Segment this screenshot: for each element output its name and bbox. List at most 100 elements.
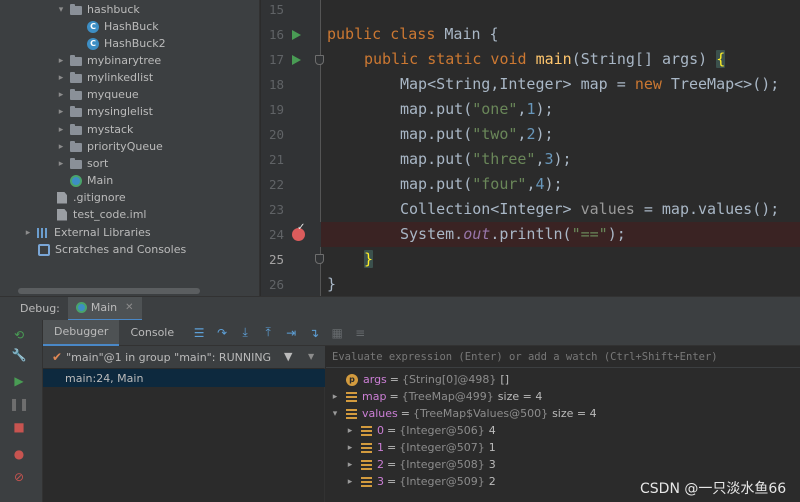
rerun-icon[interactable]: ⟲	[12, 328, 26, 342]
chevron-right-icon[interactable]: ▸	[345, 460, 355, 470]
code-line[interactable]: 25 }	[261, 247, 800, 272]
code-editor[interactable]: 15 16 public class Main { 17 public stat…	[261, 0, 800, 296]
table-view-icon[interactable]: ▦	[328, 324, 346, 342]
code-line[interactable]: 19 map.put("one",1);	[261, 97, 800, 122]
debug-session-tab[interactable]: Main ✕	[67, 296, 142, 321]
stop-icon[interactable]: ■	[12, 420, 26, 434]
view-breakpoints-icon[interactable]: ●	[12, 447, 26, 461]
chevron-right-icon[interactable]: ▸	[56, 56, 66, 66]
close-icon[interactable]: ✕	[125, 302, 133, 313]
tree-item-mysinglelist[interactable]: ▸ mysinglelist	[56, 103, 153, 120]
tree-item-main[interactable]: Main	[69, 172, 113, 189]
tree-item-label: mystack	[87, 123, 134, 136]
breakpoint-icon[interactable]	[292, 222, 305, 241]
variable-row[interactable]: ▸ map = {TreeMap@499} size = 4	[330, 388, 543, 405]
code-token: );	[553, 150, 572, 168]
chevron-right-icon[interactable]: ▸	[56, 107, 66, 117]
fold-icon[interactable]	[315, 254, 324, 264]
code-line[interactable]: 23 Collection<Integer> values = map.valu…	[261, 197, 800, 222]
class-icon: C	[87, 20, 99, 33]
code-line[interactable]: 21 map.put("three",3);	[261, 147, 800, 172]
tree-item-mylinkedlist[interactable]: ▸ mylinkedlist	[56, 69, 153, 86]
code-line[interactable]: 20 map.put("two",2);	[261, 122, 800, 147]
tab-debugger[interactable]: Debugger	[43, 319, 120, 346]
wrench-icon[interactable]: 🔧	[12, 348, 27, 362]
chevron-right-icon[interactable]: ▸	[56, 125, 66, 135]
chevron-right-icon[interactable]: ▸	[56, 90, 66, 100]
fold-icon[interactable]	[315, 55, 324, 65]
run-gutter-icon[interactable]	[292, 55, 301, 65]
code-line[interactable]: 22 map.put("four",4);	[261, 172, 800, 197]
variable-name: 3	[377, 475, 384, 488]
variable-type: {Integer@509}	[399, 475, 485, 488]
tab-console[interactable]: Console	[119, 320, 185, 346]
line-number: 16	[268, 27, 284, 42]
line-number: 17	[268, 52, 284, 67]
stack-frame[interactable]: main:24, Main	[43, 369, 325, 387]
tree-item-myqueue[interactable]: ▸ myqueue	[56, 86, 139, 103]
variable-row[interactable]: ▾ values = {TreeMap$Values@500} size = 4	[330, 405, 597, 422]
tree-item-hashbuck[interactable]: ▾ hashbuck	[56, 1, 140, 18]
tree-item-mystack[interactable]: ▸ mystack	[56, 121, 134, 138]
tree-item-label: HashBuck2	[104, 37, 166, 50]
force-step-icon[interactable]: ⇥	[282, 324, 300, 342]
code-line[interactable]: 18 Map<String,Integer> map = new TreeMap…	[261, 72, 800, 97]
tree-item-hashbuck2-class[interactable]: C HashBuck2	[86, 35, 166, 52]
chevron-down-icon[interactable]: ▾	[330, 409, 340, 419]
variable-row[interactable]: ▸ 0 = {Integer@506} 4	[345, 422, 496, 439]
evaluate-expression-input[interactable]: Evaluate expression (Enter) or add a wat…	[326, 346, 800, 368]
variable-row[interactable]: ▸ 1 = {Integer@507} 1	[345, 439, 496, 456]
tree-item-priorityqueue[interactable]: ▸ priorityQueue	[56, 138, 163, 155]
run-gutter-icon[interactable]	[292, 30, 301, 40]
resume-icon[interactable]: ▶	[12, 374, 26, 388]
chevron-right-icon[interactable]: ▸	[345, 426, 355, 436]
code-line[interactable]: 17 public static void main(String[] args…	[261, 47, 800, 72]
step-out-icon[interactable]: ⤒	[259, 324, 277, 342]
chevron-right-icon[interactable]: ▸	[330, 392, 340, 402]
menu-icon[interactable]: ☰	[190, 324, 208, 342]
evaluate-icon[interactable]: ≡	[351, 324, 369, 342]
code-token: "=="	[571, 225, 608, 243]
chevron-right-icon[interactable]: ▸	[345, 477, 355, 487]
tree-item-sort[interactable]: ▸ sort	[56, 155, 109, 172]
tree-item-hashbuck-class[interactable]: C HashBuck	[86, 18, 159, 35]
variable-value: 2	[488, 475, 496, 488]
thread-selector[interactable]: ✔ "main"@1 in group "main": RUNNING ▼ ▼	[43, 346, 325, 368]
tree-item-gitignore[interactable]: .gitignore	[55, 189, 126, 206]
chevron-right-icon[interactable]: ▸	[345, 443, 355, 453]
library-icon	[37, 227, 49, 238]
breakpoint-line[interactable]: 24 System.out.println("==");	[261, 222, 800, 247]
mute-breakpoints-icon[interactable]: ⊘	[12, 470, 26, 484]
chevron-right-icon[interactable]: ▸	[56, 73, 66, 83]
chevron-right-icon[interactable]: ▸	[56, 159, 66, 169]
code-token: Collection<Integer>	[400, 200, 581, 218]
tree-item-label: myqueue	[87, 88, 139, 101]
code-token: System.	[400, 225, 464, 243]
tree-item-external-libraries[interactable]: ▸ External Libraries	[23, 224, 151, 241]
stack-frame-label: main:24, Main	[65, 371, 144, 385]
variable-row[interactable]: ▸ 2 = {Integer@508} 3	[345, 456, 496, 473]
pause-icon[interactable]: ❚❚	[9, 397, 29, 411]
step-into-icon[interactable]: ⤓	[236, 324, 254, 342]
debug-session-label: Main	[90, 301, 118, 314]
tree-item-iml[interactable]: test_code.iml	[55, 206, 146, 223]
step-over-icon[interactable]: ↷	[213, 324, 231, 342]
code-token: "two"	[472, 125, 518, 143]
chevron-down-icon[interactable]: ▾	[56, 5, 66, 15]
tree-item-mybinarytree[interactable]: ▸ mybinarytree	[56, 52, 161, 69]
horizontal-scrollbar[interactable]	[18, 288, 200, 294]
tree-item-scratches[interactable]: Scratches and Consoles	[37, 241, 186, 258]
chevron-right-icon[interactable]: ▸	[23, 228, 33, 238]
code-line[interactable]: 15	[261, 0, 800, 22]
variable-row[interactable]: ▸ 3 = {Integer@509} 2	[345, 473, 496, 490]
filter-icon[interactable]: ▼	[284, 350, 292, 363]
run-to-cursor-icon[interactable]: ↴	[305, 324, 323, 342]
line-number: 18	[268, 77, 284, 92]
variable-row[interactable]: p args = {String[0]@498}[]	[346, 371, 509, 388]
matched-brace: {	[716, 50, 726, 68]
chevron-down-icon[interactable]: ▼	[308, 352, 314, 361]
chevron-right-icon[interactable]: ▸	[56, 142, 66, 152]
code-line[interactable]: 26 }	[261, 272, 800, 297]
code-line[interactable]: 16 public class Main {	[261, 22, 800, 47]
tree-item-label: mylinkedlist	[87, 71, 154, 84]
